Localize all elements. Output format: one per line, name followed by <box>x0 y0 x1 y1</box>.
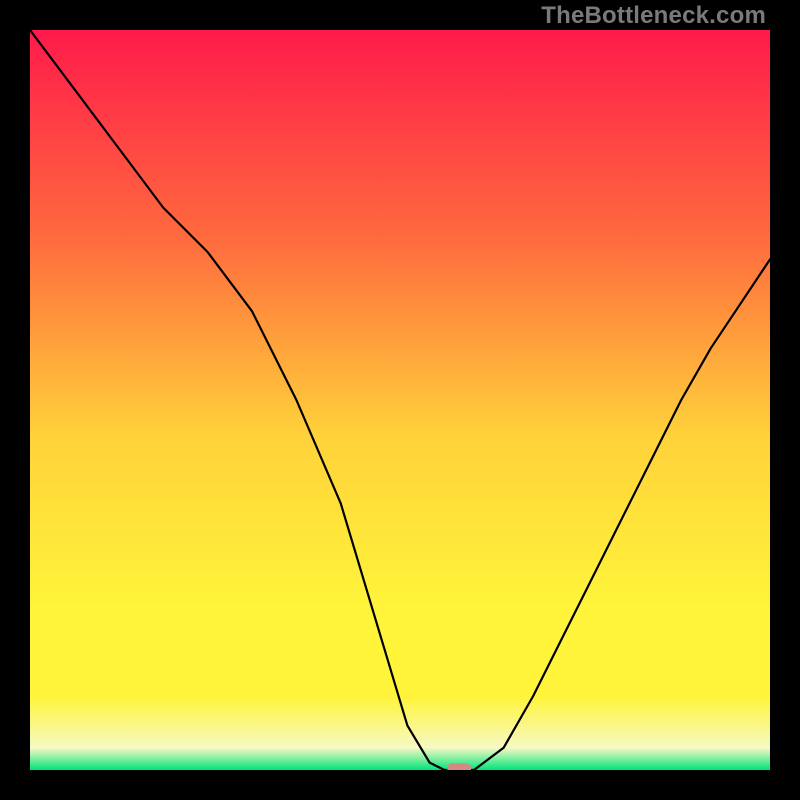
optimal-marker <box>447 763 471 770</box>
plot-area <box>30 30 770 770</box>
chart-frame: TheBottleneck.com <box>0 0 800 800</box>
watermark-text: TheBottleneck.com <box>541 2 766 30</box>
chart-svg <box>30 30 770 770</box>
gradient-background <box>30 30 770 770</box>
